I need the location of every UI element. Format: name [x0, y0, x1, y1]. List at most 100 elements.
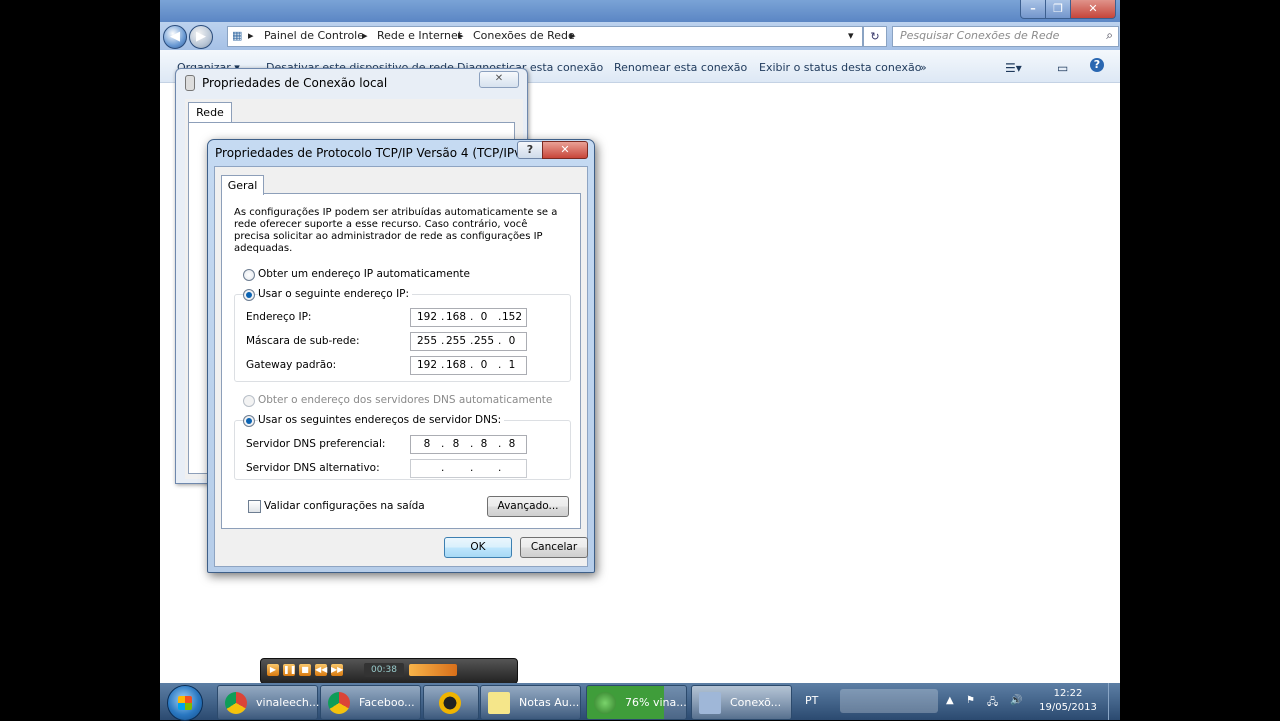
- alternate-dns-field[interactable]: . . .: [410, 459, 527, 478]
- search-input[interactable]: Pesquisar Conexões de Rede ⌕: [892, 26, 1119, 47]
- octet: 8: [480, 438, 488, 450]
- taskbar-item-label: 76% vina...: [625, 696, 687, 709]
- tab-rede[interactable]: Rede: [188, 102, 232, 123]
- help-icon[interactable]: ?: [1090, 58, 1104, 72]
- system-clock[interactable]: 12:22 19/05/2013: [1036, 687, 1100, 715]
- preferred-dns-label: Servidor DNS preferencial:: [246, 438, 386, 450]
- gateway-field[interactable]: 192. 168. 0. 1: [410, 356, 527, 375]
- taskbar-item[interactable]: Notas Au...: [480, 685, 581, 720]
- breadcrumb-item[interactable]: Rede e Internet: [377, 29, 462, 42]
- alternate-dns-label: Servidor DNS alternativo:: [246, 462, 380, 474]
- maximize-button[interactable]: ❐: [1045, 0, 1071, 19]
- address-bar[interactable]: ▦ ▸ Painel de Controle ▸ Rede e Internet…: [227, 26, 863, 47]
- network-folder-icon: [699, 692, 721, 714]
- download-icon: [594, 692, 616, 714]
- play-icon[interactable]: ▶: [267, 664, 279, 676]
- dialog-client-area: Geral As configurações IP podem ser atri…: [214, 166, 588, 567]
- minimize-button[interactable]: –: [1020, 0, 1046, 19]
- dns-manual-radio[interactable]: [243, 415, 255, 427]
- ip-auto-label[interactable]: Obter um endereço IP automaticamente: [258, 268, 470, 280]
- view-options-icon[interactable]: ☰▾: [1005, 61, 1022, 75]
- octet: 255: [416, 335, 438, 347]
- clock-time: 12:22: [1053, 688, 1083, 699]
- octet: 255: [445, 335, 467, 347]
- dns-manual-label[interactable]: Usar os seguintes endereços de servidor …: [258, 414, 505, 426]
- octet: 0: [480, 359, 488, 371]
- taskbar-item[interactable]: Conexõ...: [691, 685, 792, 720]
- octet: 8: [508, 438, 516, 450]
- ip-manual-label[interactable]: Usar o seguinte endereço IP:: [258, 288, 413, 300]
- dns-auto-radio[interactable]: [243, 395, 255, 407]
- dialog-close-button[interactable]: ✕: [542, 141, 588, 159]
- octet: 168: [445, 311, 467, 323]
- taskbar: vinaleech... Faceboo... Notas Au... 76% …: [160, 683, 1121, 721]
- network-icon[interactable]: 🖧: [987, 695, 998, 712]
- validate-checkbox[interactable]: [248, 500, 261, 513]
- taskbar-item[interactable]: Faceboo...: [320, 685, 421, 720]
- refresh-icon[interactable]: ↻: [863, 26, 887, 47]
- octet: 8: [452, 438, 460, 450]
- search-icon[interactable]: ⌕: [1106, 28, 1113, 43]
- ip-address-field[interactable]: 192. 168. 0. 152: [410, 308, 527, 327]
- taskbar-item[interactable]: 76% vina...: [586, 685, 687, 720]
- ok-button[interactable]: OK: [444, 537, 512, 558]
- explorer-titlebar: – ❐ ✕: [160, 0, 1120, 22]
- octet: 8: [423, 438, 431, 450]
- rename-button[interactable]: Renomear esta conexão: [614, 61, 747, 74]
- octet: 168: [445, 359, 467, 371]
- volume-icon[interactable]: 🔊: [1010, 695, 1022, 706]
- tray-toolbar[interactable]: [840, 689, 938, 713]
- more-commands-button[interactable]: »: [920, 61, 927, 74]
- show-desktop-button[interactable]: [1108, 683, 1121, 720]
- network-adapter-icon: [185, 75, 195, 91]
- chrome-icon: [328, 692, 350, 714]
- dns-auto-label[interactable]: Obter o endereço dos servidores DNS auto…: [258, 394, 552, 406]
- pause-icon[interactable]: ❚❚: [283, 664, 296, 676]
- volume-slider[interactable]: [409, 664, 457, 676]
- validate-label[interactable]: Validar configurações na saída: [264, 500, 425, 512]
- media-player-bar: ▶ ❚❚ ■ ◀◀ ▶▶ 00:38: [260, 658, 518, 684]
- cancel-button[interactable]: Cancelar: [520, 537, 588, 558]
- preview-pane-icon[interactable]: ▭: [1057, 61, 1068, 75]
- tray-expand-icon[interactable]: ▲: [946, 695, 954, 706]
- ip-auto-radio[interactable]: [243, 269, 255, 281]
- control-panel-icon: ▦: [232, 29, 243, 42]
- next-icon[interactable]: ▶▶: [331, 664, 343, 676]
- tcpipv4-properties-dialog: Propriedades de Protocolo TCP/IP Versão …: [207, 139, 595, 573]
- tab-geral[interactable]: Geral: [221, 175, 264, 195]
- start-button[interactable]: [167, 685, 203, 721]
- chevron-down-icon[interactable]: ▾: [848, 29, 854, 42]
- close-button[interactable]: ✕: [1070, 0, 1116, 19]
- address-row: ◀ ▶ ▦ ▸ Painel de Controle ▸ Rede e Inte…: [160, 22, 1120, 50]
- back-button[interactable]: ◀: [163, 25, 187, 49]
- view-status-button[interactable]: Exibir o status desta conexão: [759, 61, 921, 74]
- breadcrumb-sep-icon: ▸: [362, 29, 368, 42]
- dialog-help-button[interactable]: ?: [517, 141, 543, 159]
- previous-icon[interactable]: ◀◀: [315, 664, 327, 676]
- taskbar-item[interactable]: [423, 685, 479, 720]
- ip-manual-radio[interactable]: [243, 289, 255, 301]
- chrome-icon: [225, 692, 247, 714]
- breadcrumb-item[interactable]: Painel de Controle: [264, 29, 364, 42]
- octet: 192: [416, 311, 438, 323]
- bg-dialog-close-button[interactable]: ✕: [479, 71, 519, 88]
- stop-icon[interactable]: ■: [299, 664, 311, 676]
- clock-date: 19/05/2013: [1039, 702, 1097, 713]
- octet: 192: [416, 359, 438, 371]
- forward-button[interactable]: ▶: [189, 25, 213, 49]
- octet: 255: [473, 335, 495, 347]
- media-time: 00:38: [364, 663, 404, 677]
- breadcrumb-sep-icon: ▸: [570, 29, 576, 42]
- breadcrumb-item[interactable]: Conexões de Rede: [473, 29, 575, 42]
- octet: 1: [508, 359, 516, 371]
- action-center-icon[interactable]: ⚑: [966, 695, 975, 706]
- bg-dialog-title: Propriedades de Conexão local: [202, 76, 388, 90]
- subnet-mask-field[interactable]: 255. 255. 255. 0: [410, 332, 527, 351]
- advanced-button[interactable]: Avançado...: [487, 496, 569, 517]
- gateway-label: Gateway padrão:: [246, 359, 337, 371]
- dialog-title: Propriedades de Protocolo TCP/IP Versão …: [215, 146, 534, 160]
- language-indicator[interactable]: PT: [805, 694, 818, 707]
- octet: 0: [480, 311, 488, 323]
- taskbar-item[interactable]: vinaleech...: [217, 685, 319, 720]
- preferred-dns-field[interactable]: 8. 8. 8. 8: [410, 435, 527, 454]
